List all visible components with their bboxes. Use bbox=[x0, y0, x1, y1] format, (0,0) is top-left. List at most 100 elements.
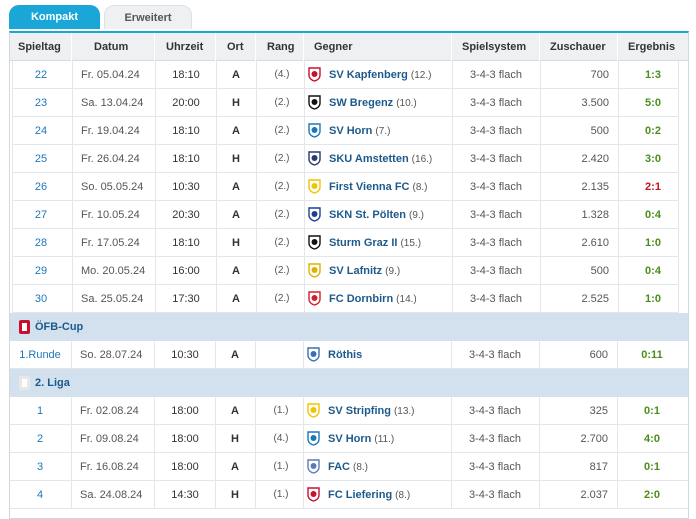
table-row[interactable]: 4 Sa. 24.08.24 14:30 H (1.) 3-4-3 flach 2.037 F… bbox=[10, 481, 688, 509]
table-row[interactable]: 3 Fr. 16.08.24 18:00 A (1.) 3-4-3 flach 817 FAC… bbox=[10, 453, 688, 481]
column-divider bbox=[452, 201, 453, 229]
opponent-link[interactable]: SV Horn (7.) bbox=[329, 117, 449, 145]
opponent-name[interactable]: FC Dornbirn bbox=[329, 293, 393, 305]
match-result-link[interactable]: 2:0 bbox=[622, 481, 682, 509]
col-ergebnis[interactable]: Ergebnis bbox=[628, 33, 680, 61]
column-divider bbox=[618, 201, 619, 229]
opponent-link[interactable]: SV Horn (11.) bbox=[328, 425, 448, 453]
match-time: 16:00 bbox=[172, 265, 200, 277]
table-row[interactable]: 1 Fr. 02.08.24 18:00 A (1.) 3-4-3 flach 325 SV … bbox=[10, 397, 688, 425]
column-divider bbox=[539, 397, 540, 425]
opponent-link[interactable]: FC Dornbirn (14.) bbox=[329, 285, 449, 313]
match-result-link[interactable]: 0:11 bbox=[622, 341, 682, 369]
matchday-link[interactable]: 1 bbox=[10, 397, 70, 425]
matchday-link[interactable]: 1.Runde bbox=[10, 341, 70, 369]
match-result-link[interactable]: 5:0 bbox=[623, 89, 683, 117]
opponent-name[interactable]: SV Horn bbox=[329, 125, 372, 137]
match-date: Sa. 24.08.24 bbox=[80, 489, 143, 501]
opponent-link[interactable]: SV Stripfing (13.) bbox=[328, 397, 448, 425]
match-result-link[interactable]: 0:1 bbox=[622, 397, 682, 425]
table-row[interactable]: 30 Sa. 25.05.24 17:30 A (2.) 3-4-3 flach 2.525… bbox=[12, 285, 679, 313]
table-row[interactable]: 27 Fr. 10.05.24 20:30 A (2.) 3-4-3 flach 1.328… bbox=[12, 201, 679, 229]
match-result-link[interactable]: 3:0 bbox=[623, 145, 683, 173]
table-row[interactable]: 23 Sa. 13.04.24 20:00 H (2.) 3-4-3 flach 3.500… bbox=[12, 89, 679, 117]
table-row[interactable]: 26 So. 05.05.24 10:30 A (2.) 3-4-3 flach 2.135… bbox=[12, 173, 679, 201]
match-result-link[interactable]: 2:1 bbox=[623, 173, 683, 201]
column-divider bbox=[540, 89, 541, 117]
opponent-name[interactable]: SV Lafnitz bbox=[329, 265, 382, 277]
opponent-link[interactable]: SW Bregenz (10.) bbox=[329, 89, 449, 117]
tab-erweitert[interactable]: Erweitert bbox=[104, 5, 192, 29]
tab-kompakt[interactable]: Kompakt bbox=[9, 5, 100, 29]
match-result-link[interactable]: 0:2 bbox=[623, 117, 683, 145]
match-time: 10:30 bbox=[171, 349, 199, 361]
table-row[interactable]: 29 Mo. 20.05.24 16:00 A (2.) 3-4-3 flach 500 SV… bbox=[12, 257, 679, 285]
competition-label[interactable]: ÖFB-Cup bbox=[35, 313, 83, 341]
matchday-link[interactable]: 2 bbox=[10, 425, 70, 453]
opponent-link[interactable]: SKU Amstetten (16.) bbox=[329, 145, 449, 173]
opponent-link[interactable]: Röthis bbox=[328, 341, 448, 369]
opponent-link[interactable]: First Vienna FC (8.) bbox=[329, 173, 449, 201]
col-uhrzeit[interactable]: Uhrzeit bbox=[166, 33, 214, 61]
column-divider bbox=[539, 481, 540, 509]
table-row[interactable]: 1.Runde So. 28.07.24 10:30 A 3-4-3 flach 600 R… bbox=[10, 341, 688, 369]
col-spielsystem[interactable]: Spielsystem bbox=[462, 33, 532, 61]
opponent-link[interactable]: SKN St. Pölten (9.) bbox=[329, 201, 449, 229]
match-result-link[interactable]: 4:0 bbox=[622, 425, 682, 453]
opponent-name[interactable]: SV Stripfing bbox=[328, 405, 391, 417]
col-spieltag[interactable]: Spieltag bbox=[18, 33, 64, 61]
column-divider bbox=[452, 61, 453, 89]
matchday-link[interactable]: 30 bbox=[11, 285, 71, 313]
opponent-link[interactable]: SV Lafnitz (9.) bbox=[329, 257, 449, 285]
opponent-name[interactable]: First Vienna FC bbox=[329, 181, 409, 193]
opponent-name[interactable]: SV Horn bbox=[328, 433, 371, 445]
opponent-link[interactable]: Sturm Graz II (15.) bbox=[329, 229, 449, 257]
formation: 3-4-3 flach bbox=[469, 349, 521, 361]
attendance: 3.500 bbox=[581, 97, 609, 109]
table-row[interactable]: 24 Fr. 19.04.24 18:10 A (2.) 3-4-3 flach 500 SV… bbox=[12, 117, 679, 145]
match-result-link[interactable]: 1:3 bbox=[623, 61, 683, 89]
match-result-link[interactable]: 1:0 bbox=[623, 285, 683, 313]
table-row[interactable]: 25 Fr. 26.04.24 18:10 H (2.) 3-4-3 flach 2.420… bbox=[12, 145, 679, 173]
opponent-name[interactable]: SKU Amstetten bbox=[329, 153, 409, 165]
matchday-link[interactable]: 28 bbox=[11, 229, 71, 257]
match-venue: A bbox=[232, 69, 240, 81]
match-result-link[interactable]: 1:0 bbox=[623, 229, 683, 257]
opponent-link[interactable]: FAC (8.) bbox=[328, 453, 448, 481]
matchday-link[interactable]: 23 bbox=[11, 89, 71, 117]
opponent-link[interactable]: FC Liefering (8.) bbox=[328, 481, 448, 509]
opponent-name[interactable]: FC Liefering bbox=[328, 489, 392, 501]
table-row[interactable]: 22 Fr. 05.04.24 18:10 A (4.) 3-4-3 flach 700 SV… bbox=[12, 61, 679, 89]
match-date: Fr. 02.08.24 bbox=[80, 405, 139, 417]
opponent-name[interactable]: Sturm Graz II bbox=[329, 237, 397, 249]
col-gegner[interactable]: Gegner bbox=[314, 33, 374, 61]
col-ort[interactable]: Ort bbox=[227, 33, 257, 61]
matchday-link[interactable]: 29 bbox=[11, 257, 71, 285]
column-divider bbox=[215, 341, 216, 369]
match-result-link[interactable]: 0:1 bbox=[622, 453, 682, 481]
matchday-link[interactable]: 3 bbox=[10, 453, 70, 481]
matchday-link[interactable]: 25 bbox=[11, 145, 71, 173]
col-zuschauer[interactable]: Zuschauer bbox=[550, 33, 614, 61]
opponent-name[interactable]: SKN St. Pölten bbox=[329, 209, 406, 221]
matchday-link[interactable]: 26 bbox=[11, 173, 71, 201]
match-result-link[interactable]: 0:4 bbox=[623, 257, 683, 285]
col-rang[interactable]: Rang bbox=[267, 33, 297, 61]
own-rank: (2.) bbox=[274, 181, 290, 192]
opponent-name[interactable]: SV Kapfenberg bbox=[329, 69, 408, 81]
matchday-link[interactable]: 22 bbox=[11, 61, 71, 89]
matchday-link[interactable]: 24 bbox=[11, 117, 71, 145]
opponent-name[interactable]: FAC bbox=[328, 461, 350, 473]
matchday-link[interactable]: 27 bbox=[11, 201, 71, 229]
matchday-link[interactable]: 4 bbox=[10, 481, 70, 509]
competition-label[interactable]: 2. Liga bbox=[35, 369, 70, 397]
match-venue: A bbox=[231, 461, 239, 473]
match-result-link[interactable]: 0:4 bbox=[623, 201, 683, 229]
column-divider bbox=[155, 61, 156, 89]
opponent-name[interactable]: Röthis bbox=[328, 349, 362, 361]
opponent-link[interactable]: SV Kapfenberg (12.) bbox=[329, 61, 449, 89]
table-row[interactable]: 2 Fr. 09.08.24 18:00 H (4.) 3-4-3 flach 2.700 S… bbox=[10, 425, 688, 453]
opponent-name[interactable]: SW Bregenz bbox=[329, 97, 393, 109]
col-datum[interactable]: Datum bbox=[94, 33, 154, 61]
table-row[interactable]: 28 Fr. 17.05.24 18:10 H (2.) 3-4-3 flach 2.610… bbox=[12, 229, 679, 257]
